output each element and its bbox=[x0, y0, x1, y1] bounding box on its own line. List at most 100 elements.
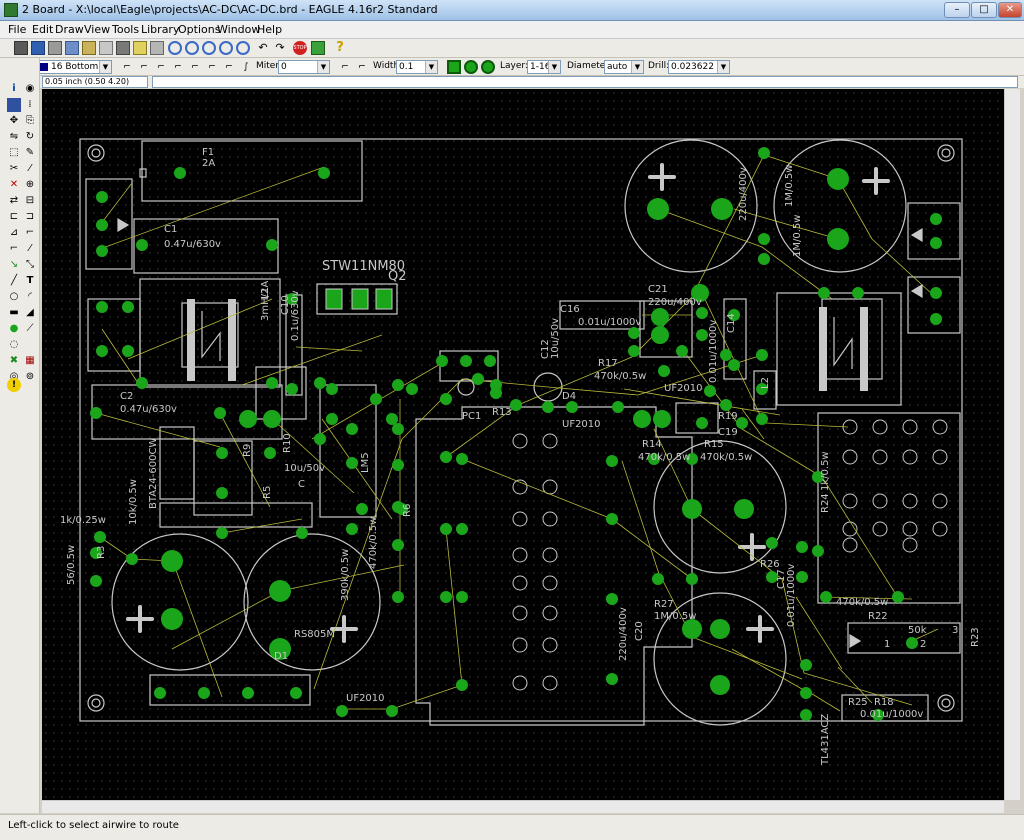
menu-help[interactable]: Help bbox=[257, 23, 282, 36]
split-icon[interactable]: ⌐ bbox=[7, 242, 21, 256]
undo-icon[interactable]: ↶ bbox=[256, 41, 270, 55]
rect-icon[interactable]: ▬ bbox=[7, 306, 21, 320]
info-icon[interactable]: i bbox=[7, 82, 21, 96]
wire-icon[interactable]: ╱ bbox=[7, 274, 21, 288]
zoom-select-icon[interactable] bbox=[236, 41, 250, 55]
redraw-icon[interactable] bbox=[219, 41, 233, 55]
library-icon[interactable] bbox=[150, 41, 164, 55]
wire-flat-icon[interactable]: ⌐ bbox=[355, 60, 369, 74]
zoom-in-icon[interactable] bbox=[185, 41, 199, 55]
board-canvas[interactable]: F1 2A C1 0.47u/630v C2 0.47u/630v STW11N… bbox=[42, 89, 1004, 800]
zoom-out-icon[interactable] bbox=[202, 41, 216, 55]
smash-icon[interactable]: ⊿ bbox=[7, 226, 21, 240]
bend-style-3-icon[interactable]: ⌐ bbox=[154, 60, 168, 74]
chevron-down-icon: ▼ bbox=[631, 61, 643, 73]
script-icon[interactable] bbox=[99, 41, 113, 55]
horizontal-scrollbar[interactable] bbox=[42, 800, 1004, 813]
redo-icon[interactable]: ↷ bbox=[273, 41, 287, 55]
wire-round-icon[interactable]: ⌐ bbox=[338, 60, 352, 74]
optimize-icon[interactable]: ⁄ bbox=[23, 242, 37, 256]
vertical-scrollbar[interactable] bbox=[1004, 89, 1020, 800]
go-icon[interactable] bbox=[311, 41, 325, 55]
cam-icon[interactable] bbox=[65, 41, 79, 55]
c1-value: 0.47u/630v bbox=[164, 239, 221, 250]
menu-tools[interactable]: Tools bbox=[112, 23, 139, 36]
exclamation-icon[interactable]: ! bbox=[7, 378, 21, 392]
bend-style-2-icon[interactable]: ⌐ bbox=[137, 60, 151, 74]
save-icon[interactable] bbox=[31, 41, 45, 55]
autorouter-icon[interactable]: ▦ bbox=[23, 354, 37, 368]
menu-window[interactable]: Window bbox=[217, 23, 260, 36]
change-icon[interactable]: ✎ bbox=[23, 146, 37, 160]
paste-icon[interactable]: ✂ bbox=[7, 162, 21, 176]
bend-style-7-icon[interactable]: ⌐ bbox=[222, 60, 236, 74]
name-icon[interactable]: ⊏ bbox=[7, 210, 21, 224]
run-ulp-icon[interactable] bbox=[116, 41, 130, 55]
maximize-button[interactable]: □ bbox=[971, 2, 997, 18]
lock-icon[interactable]: ⊟ bbox=[23, 194, 37, 208]
circle-icon[interactable]: ○ bbox=[7, 290, 21, 304]
mark-icon[interactable]: ⁞ bbox=[23, 98, 37, 112]
show-icon[interactable]: ◉ bbox=[23, 82, 37, 96]
miter-icon[interactable]: ⌐ bbox=[23, 226, 37, 240]
help-icon[interactable]: ? bbox=[333, 41, 347, 55]
close-button[interactable]: ✕ bbox=[998, 2, 1022, 18]
bend-style-1-icon[interactable]: ⌐ bbox=[120, 60, 134, 74]
errors-icon[interactable]: ⊚ bbox=[23, 370, 37, 384]
route-icon[interactable]: ↘ bbox=[7, 258, 21, 272]
ulp-icon[interactable] bbox=[133, 41, 147, 55]
bend-style-4-icon[interactable]: ⌐ bbox=[171, 60, 185, 74]
menu-file[interactable]: File bbox=[8, 23, 26, 36]
layer-select[interactable]: 16 Bottom ▼ bbox=[36, 60, 112, 74]
drill-input[interactable]: 0.023622 ▼ bbox=[668, 60, 730, 74]
delete-icon[interactable]: ✕ bbox=[7, 178, 21, 192]
polygon-icon[interactable]: ◢ bbox=[23, 306, 37, 320]
open-icon[interactable] bbox=[14, 41, 28, 55]
width-input[interactable]: 0.1 ▼ bbox=[396, 60, 438, 74]
copy-icon[interactable]: ⎘ bbox=[23, 114, 37, 128]
bend-style-8-icon[interactable]: ∫ bbox=[239, 60, 253, 74]
menu-library[interactable]: Library bbox=[141, 23, 179, 36]
hole-icon[interactable]: ◌ bbox=[7, 338, 21, 352]
layer-range-input[interactable]: 1-16 ▼ bbox=[527, 60, 561, 74]
ratsnest-icon[interactable]: ✖ bbox=[7, 354, 21, 368]
via-round-icon[interactable] bbox=[464, 60, 478, 74]
display-icon[interactable] bbox=[7, 98, 21, 112]
mirror-icon[interactable]: ⇋ bbox=[7, 130, 21, 144]
menu-options[interactable]: Options bbox=[178, 23, 220, 36]
menu-edit[interactable]: Edit bbox=[32, 23, 53, 36]
menu-draw[interactable]: Draw bbox=[55, 23, 84, 36]
bend-style-6-icon[interactable]: ⌐ bbox=[205, 60, 219, 74]
replace-icon[interactable]: ⇄ bbox=[7, 194, 21, 208]
c17-value: 0.01u/1000v bbox=[786, 564, 797, 627]
add-icon[interactable]: ⊕ bbox=[23, 178, 37, 192]
signal-icon[interactable]: ⟋ bbox=[23, 322, 37, 336]
cut-icon[interactable]: ⁄ bbox=[23, 162, 37, 176]
group-icon[interactable]: ⬚ bbox=[7, 146, 21, 160]
main-toolbar: ↶ ↷ STOP ? bbox=[0, 39, 1024, 58]
print-icon[interactable] bbox=[48, 41, 62, 55]
c10-label: C10 bbox=[280, 295, 291, 315]
arc-icon[interactable]: ◜ bbox=[23, 290, 37, 304]
menu-view[interactable]: View bbox=[84, 23, 110, 36]
text-icon[interactable]: T bbox=[23, 274, 37, 288]
pot-3: 3 bbox=[952, 625, 958, 636]
board-schematic-icon[interactable] bbox=[82, 41, 96, 55]
stop-icon[interactable]: STOP bbox=[293, 41, 307, 55]
via-square-icon[interactable] bbox=[447, 60, 461, 74]
bend-style-5-icon[interactable]: ⌐ bbox=[188, 60, 202, 74]
via-octagon-icon[interactable] bbox=[481, 60, 495, 74]
r6-label: R6 bbox=[402, 504, 413, 517]
ripup-icon[interactable]: ⤡ bbox=[23, 258, 37, 272]
layer-color-swatch bbox=[39, 62, 48, 71]
r15-value: 470k/0.5w bbox=[700, 452, 752, 463]
miter-input[interactable]: 0 ▼ bbox=[278, 60, 330, 74]
command-line-input[interactable] bbox=[152, 76, 1018, 88]
value-icon[interactable]: ⊐ bbox=[23, 210, 37, 224]
diameter-input[interactable]: auto ▼ bbox=[604, 60, 644, 74]
minimize-button[interactable]: – bbox=[944, 2, 970, 18]
via-icon[interactable]: ● bbox=[7, 322, 21, 336]
rotate-icon[interactable]: ↻ bbox=[23, 130, 37, 144]
zoom-fit-icon[interactable] bbox=[168, 41, 182, 55]
move-icon[interactable]: ✥ bbox=[7, 114, 21, 128]
